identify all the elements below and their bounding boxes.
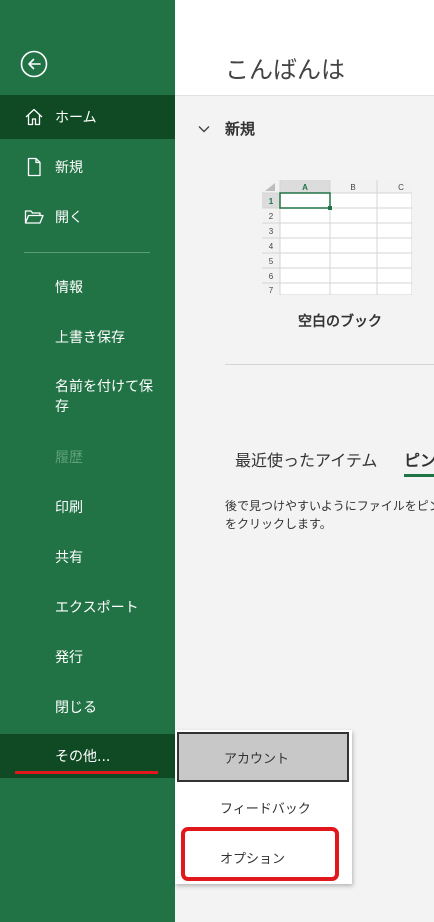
active-tab-indicator (404, 474, 434, 477)
blank-workbook-label[interactable]: 空白のブック (275, 311, 405, 331)
column-header-b: B (350, 183, 355, 192)
sidebar-item-export[interactable]: エクスポート (0, 585, 175, 629)
row-header: 6 (269, 272, 274, 281)
menu-item-label: アカウント (224, 751, 290, 767)
sidebar-item-label: 名前を付けて保存 (55, 379, 153, 415)
open-folder-icon (24, 210, 44, 224)
new-section-toggle[interactable]: 新規 (197, 118, 255, 139)
column-header-a: A (302, 183, 308, 192)
sidebar-divider (24, 252, 150, 253)
sidebar-item-save[interactable]: 上書き保存 (0, 315, 175, 359)
page-title: こんばんは (225, 56, 345, 84)
red-annotation-box (181, 827, 339, 881)
sidebar-item-info[interactable]: 情報 (0, 265, 175, 309)
pinned-description: 後で見つけやすいようにファイルをピン をクリックします。 (225, 497, 434, 533)
backstage-sidebar: ホーム 新規 開く 情報 上書き保存 名前を付けて保存 履歴 印刷 共有 エクス… (0, 0, 175, 922)
sidebar-item-label: 履歴 (55, 450, 83, 466)
sidebar-item-label: その他... (55, 749, 111, 765)
sidebar-item-close[interactable]: 閉じる (0, 685, 175, 729)
sidebar-item-label: 閉じる (55, 700, 97, 716)
menu-item-feedback[interactable]: フィードバック (175, 782, 352, 832)
sidebar-item-label: 新規 (55, 160, 83, 176)
sidebar-item-label: 開く (55, 210, 83, 226)
home-icon (25, 108, 43, 126)
tab-recent[interactable]: 最近使ったアイテム (235, 447, 377, 471)
sidebar-item-label: 共有 (55, 550, 83, 566)
sidebar-item-label: 上書き保存 (55, 330, 125, 346)
row-header: 3 (269, 227, 274, 236)
sidebar-item-label: ホーム (55, 110, 97, 126)
sidebar-item-label: 印刷 (55, 500, 83, 516)
sidebar-item-label: 発行 (55, 650, 83, 666)
row-header: 4 (269, 242, 274, 251)
row-header: 5 (269, 257, 274, 266)
menu-item-account[interactable]: アカウント (177, 732, 349, 782)
section-divider (225, 364, 434, 365)
sidebar-item-print[interactable]: 印刷 (0, 485, 175, 529)
sidebar-item-share[interactable]: 共有 (0, 535, 175, 579)
sidebar-item-open[interactable]: 開く (0, 195, 175, 239)
sidebar-item-label: エクスポート (55, 600, 139, 616)
section-title: 新規 (225, 120, 256, 138)
tab-pinned[interactable]: ピン (404, 447, 434, 471)
row-header: 2 (269, 212, 274, 221)
blank-workbook-thumbnail[interactable]: A B C 1 2 3 4 5 6 7 (262, 180, 412, 295)
red-annotation-underline (15, 771, 158, 774)
back-arrow-icon[interactable] (20, 50, 48, 78)
row-header: 1 (269, 197, 274, 206)
sidebar-item-label: 情報 (55, 280, 83, 296)
sidebar-item-new[interactable]: 新規 (0, 145, 175, 189)
pinned-description-line-2: をクリックします。 (225, 517, 332, 531)
new-file-icon (27, 157, 41, 177)
greeting-header: こんばんは (175, 0, 434, 96)
sidebar-item-home[interactable]: ホーム (0, 95, 175, 139)
sidebar-item-history: 履歴 (0, 435, 175, 479)
sidebar-item-publish[interactable]: 発行 (0, 635, 175, 679)
sidebar-item-save-as[interactable]: 名前を付けて保存 (0, 375, 175, 419)
pinned-description-line-1: 後で見つけやすいようにファイルをピン (225, 499, 434, 513)
row-header: 7 (269, 286, 274, 295)
menu-item-label: フィードバック (220, 801, 311, 817)
column-header-c: C (398, 183, 404, 192)
chevron-down-icon (198, 125, 210, 132)
